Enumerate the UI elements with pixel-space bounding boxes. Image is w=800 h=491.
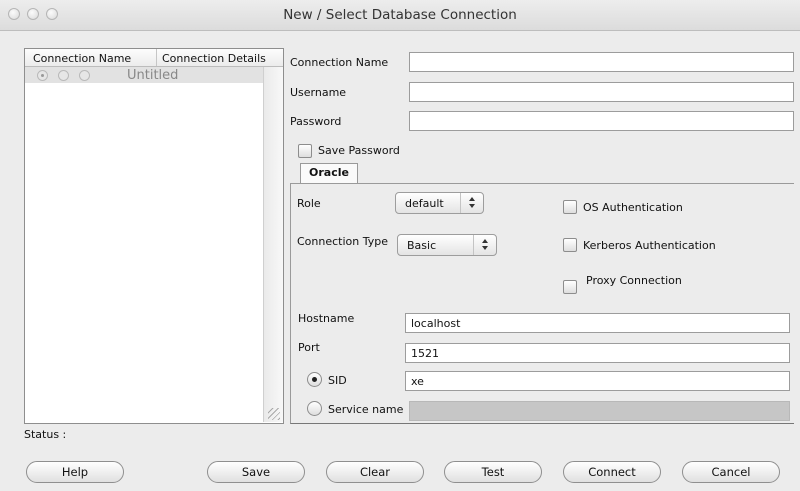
title-bar: New / Select Database Connection: [0, 0, 800, 31]
connections-table-header: Connection Name Connection Details: [25, 49, 283, 67]
connection-status-dot-icon: [58, 70, 69, 81]
role-label: Role: [297, 197, 321, 210]
os-authentication-checkbox[interactable]: [563, 200, 577, 214]
column-divider[interactable]: [156, 49, 157, 66]
sid-label: SID: [328, 374, 347, 387]
list-scrollbar[interactable]: [263, 67, 283, 422]
kerberos-authentication-checkbox[interactable]: [563, 238, 577, 252]
connection-status-dot-icon: [79, 70, 90, 81]
connection-name-label: Connection Name: [290, 56, 389, 69]
sid-input[interactable]: [405, 371, 790, 391]
service-name-radio[interactable]: [307, 401, 322, 416]
sid-radio[interactable]: [307, 372, 322, 387]
test-button[interactable]: Test: [444, 461, 542, 483]
role-select-value: default: [405, 197, 444, 210]
service-name-label: Service name: [328, 403, 404, 416]
cancel-button[interactable]: Cancel: [682, 461, 780, 483]
port-label: Port: [298, 341, 320, 354]
connection-row-name: Untitled: [127, 68, 179, 83]
password-input[interactable]: [409, 111, 794, 131]
hostname-label: Hostname: [298, 312, 355, 325]
select-arrows-icon: [460, 193, 483, 213]
connection-type-select[interactable]: Basic: [397, 234, 497, 256]
save-password-label: Save Password: [318, 144, 400, 157]
window-title: New / Select Database Connection: [283, 7, 517, 23]
hostname-input[interactable]: [405, 313, 790, 333]
connection-type-label: Connection Type: [297, 235, 389, 248]
kerberos-authentication-label: Kerberos Authentication: [583, 239, 716, 252]
username-input[interactable]: [409, 82, 794, 102]
connect-button[interactable]: Connect: [563, 461, 661, 483]
select-arrows-icon: [473, 235, 496, 255]
clear-button[interactable]: Clear: [326, 461, 424, 483]
connection-status-dot-icon: [37, 70, 48, 81]
connections-list[interactable]: Connection Name Connection Details Untit…: [24, 48, 284, 424]
port-input[interactable]: [405, 343, 790, 363]
proxy-connection-checkbox[interactable]: [563, 280, 577, 294]
password-label: Password: [290, 115, 342, 128]
save-button[interactable]: Save: [207, 461, 305, 483]
username-label: Username: [290, 86, 347, 99]
service-name-input: [409, 401, 790, 421]
column-header-connection-details[interactable]: Connection Details: [162, 52, 266, 65]
os-authentication-label: OS Authentication: [583, 201, 683, 214]
tab-oracle[interactable]: Oracle: [300, 163, 358, 183]
resize-grip-icon[interactable]: [268, 408, 280, 420]
connection-type-select-value: Basic: [407, 239, 437, 252]
connection-name-input[interactable]: [409, 52, 794, 72]
proxy-connection-label: Proxy Connection: [586, 274, 682, 287]
status-label: Status :: [24, 428, 67, 441]
help-button[interactable]: Help: [26, 461, 124, 483]
role-select[interactable]: default: [395, 192, 484, 214]
column-header-connection-name[interactable]: Connection Name: [33, 52, 131, 65]
save-password-checkbox[interactable]: [298, 144, 312, 158]
